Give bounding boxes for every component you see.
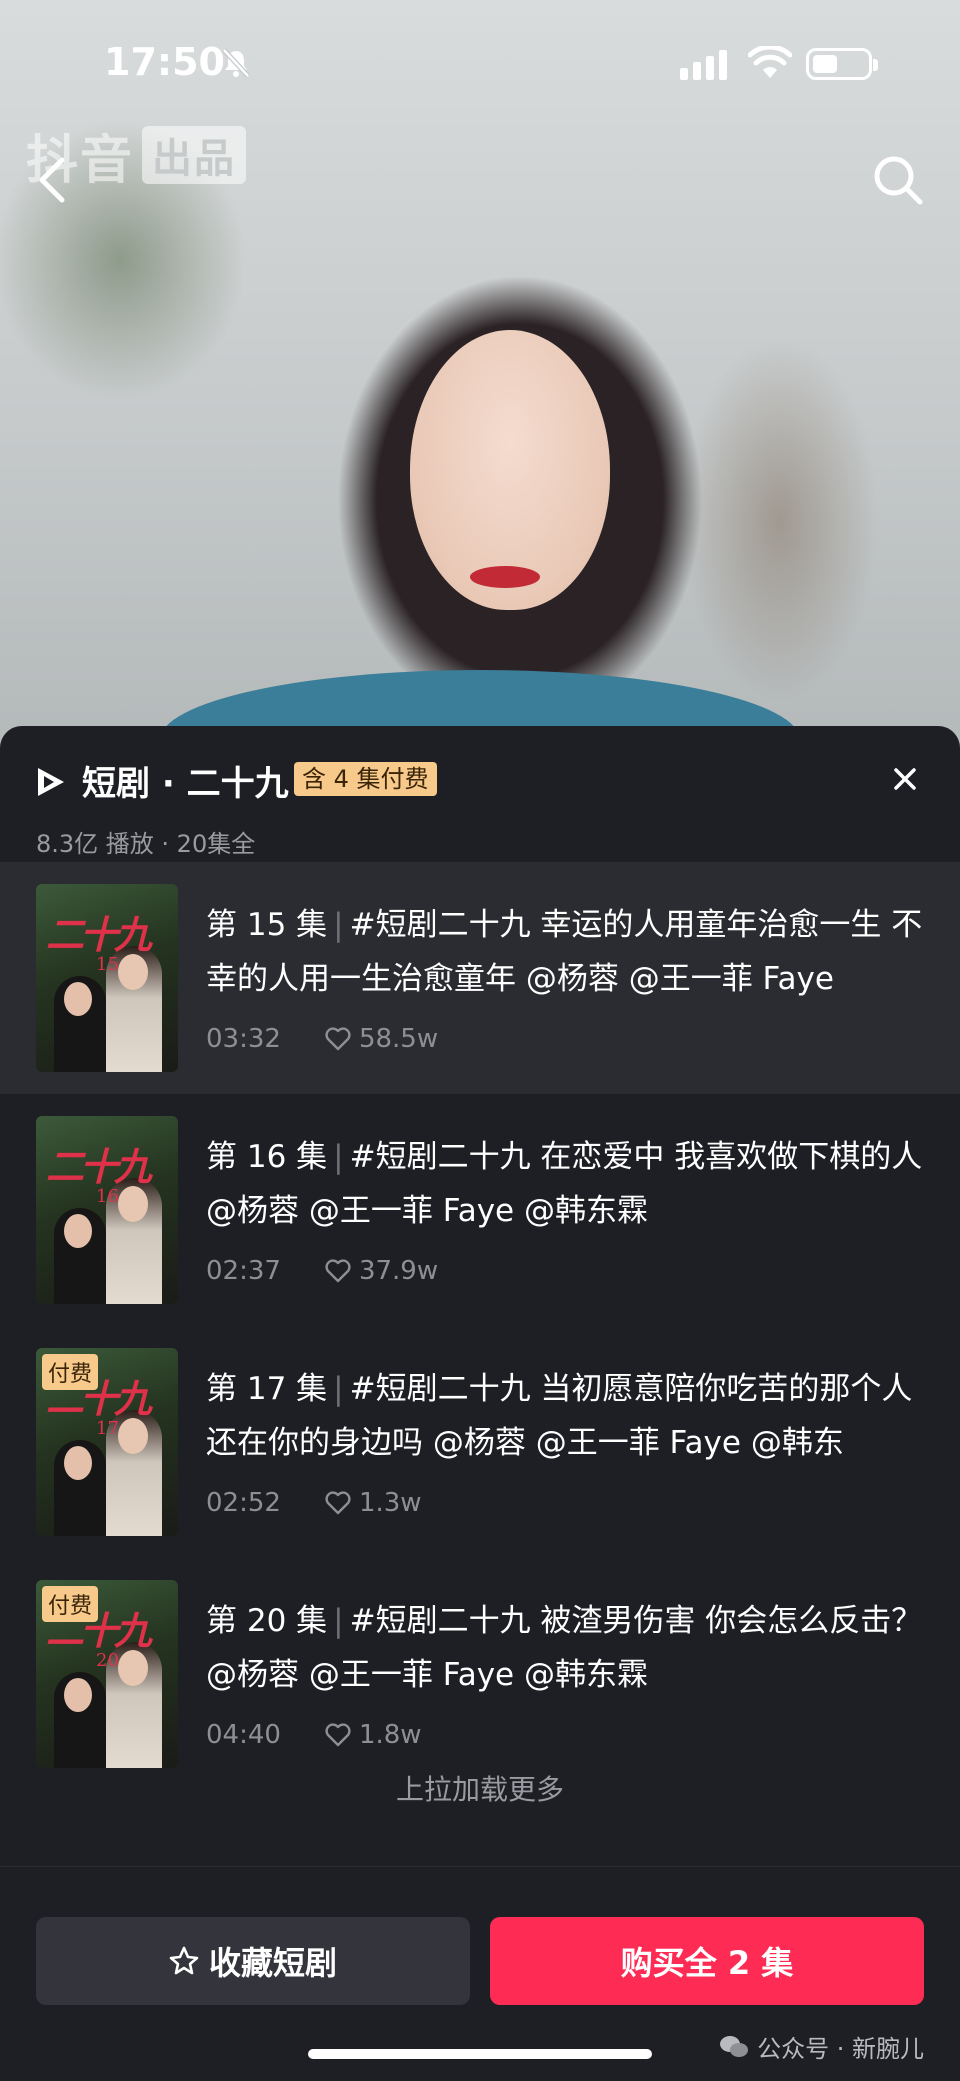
episode-meta: 02:37 37.9w: [206, 1256, 438, 1286]
heart-icon: [325, 1027, 351, 1051]
wifi-icon: [748, 46, 792, 78]
wechat-icon: [720, 2035, 749, 2057]
episode-duration: 02:37: [206, 1256, 281, 1286]
episode-meta: 03:32 58.5w: [206, 1024, 438, 1054]
episode-item[interactable]: 二十九 17 付费 第 17 集 | #短剧二十九 当初愿意陪你吃苦的那个人 还在你…: [0, 1326, 960, 1558]
episode-duration: 02:52: [206, 1488, 281, 1518]
drama-stats: 8.3亿 播放 · 20集全: [36, 830, 256, 858]
wechat-account-label: 公众号 · 新腕儿: [719, 2029, 924, 2064]
paid-episodes-tag: 含 4 集付费: [294, 762, 437, 796]
episode-item[interactable]: 二十九 15 第 15 集 | #短剧二十九 幸运的人用童年治愈一生 不幸的人用一生…: [0, 862, 960, 1094]
episode-meta: 04:40 1.8w: [206, 1720, 422, 1750]
bottom-action-bar: 收藏短剧 购买全 2 集 公众号 · 新腕儿: [0, 1866, 960, 2081]
episode-likes: 1.3w: [358, 1488, 422, 1518]
buy-all-button[interactable]: 购买全 2 集: [490, 1917, 924, 2005]
paid-badge: 付费: [42, 1586, 99, 1622]
episode-likes: 58.5w: [358, 1024, 439, 1054]
star-icon: [169, 1946, 199, 1975]
search-icon[interactable]: [870, 152, 926, 208]
status-time: 17:50: [104, 40, 225, 84]
episode-item[interactable]: 二十九 20 付费 第 20 集 | #短剧二十九 被渣男伤害 你会怎么反击？ @杨…: [0, 1558, 960, 1790]
bell-off-icon: [222, 48, 250, 78]
video-subject-lips: [470, 566, 540, 588]
load-more-hint: 上拉加载更多: [395, 1773, 564, 1806]
paid-badge: 付费: [42, 1354, 99, 1390]
sheet-header: 短剧 · 二十九 含 4 集付费 8.3亿 播放 · 20集全: [36, 756, 924, 858]
episode-likes: 1.8w: [358, 1720, 422, 1750]
episode-duration: 04:40: [206, 1720, 281, 1750]
back-icon[interactable]: [32, 152, 72, 208]
short-drama-logo-icon: [38, 768, 64, 796]
home-indicator[interactable]: [308, 2049, 652, 2059]
episode-sheet: 短剧 · 二十九 含 4 集付费 8.3亿 播放 · 20集全 二十九 15 第…: [0, 726, 960, 2081]
video-player[interactable]: 抖音 出品 17:50: [0, 0, 960, 760]
episode-meta: 02:52 1.3w: [206, 1488, 422, 1518]
favorite-drama-button[interactable]: 收藏短剧: [36, 1917, 470, 2005]
drama-title: 短剧 · 二十九: [82, 764, 289, 804]
episode-thumbnail: 二十九 17 付费: [36, 1348, 178, 1536]
close-icon[interactable]: [890, 764, 920, 794]
episode-likes: 37.9w: [358, 1256, 439, 1286]
episode-item[interactable]: 二十九 16 第 16 集 | #短剧二十九 在恋爱中 我喜欢做下棋的人 @杨蓉 @…: [0, 1094, 960, 1326]
episode-thumbnail: 二十九 16: [36, 1116, 178, 1304]
episode-title: 第 20 集 | #短剧二十九 被渣男伤害 你会怎么反击？ @杨蓉 @王一菲 Fay…: [206, 1603, 923, 1693]
heart-icon: [325, 1259, 351, 1283]
heart-icon: [325, 1723, 351, 1747]
heart-icon: [325, 1491, 351, 1515]
episode-thumbnail: 二十九 20 付费: [36, 1580, 178, 1768]
episode-duration: 03:32: [206, 1024, 281, 1054]
episode-list: 二十九 15 第 15 集 | #短剧二十九 幸运的人用童年治愈一生 不幸的人用一生…: [0, 862, 960, 1790]
cellular-signal-icon: [680, 50, 727, 80]
episode-title: 第 15 集 | #短剧二十九 幸运的人用童年治愈一生 不幸的人用一生治愈童年 @杨…: [206, 907, 923, 997]
episode-title: 第 16 集 | #短剧二十九 在恋爱中 我喜欢做下棋的人 @杨蓉 @王一菲 Fay…: [206, 1139, 923, 1229]
episode-thumbnail: 二十九 15: [36, 884, 178, 1072]
episode-title: 第 17 集 | #短剧二十九 当初愿意陪你吃苦的那个人 还在你的身边吗 @杨蓉 @…: [206, 1371, 913, 1461]
battery-icon: [806, 48, 878, 80]
